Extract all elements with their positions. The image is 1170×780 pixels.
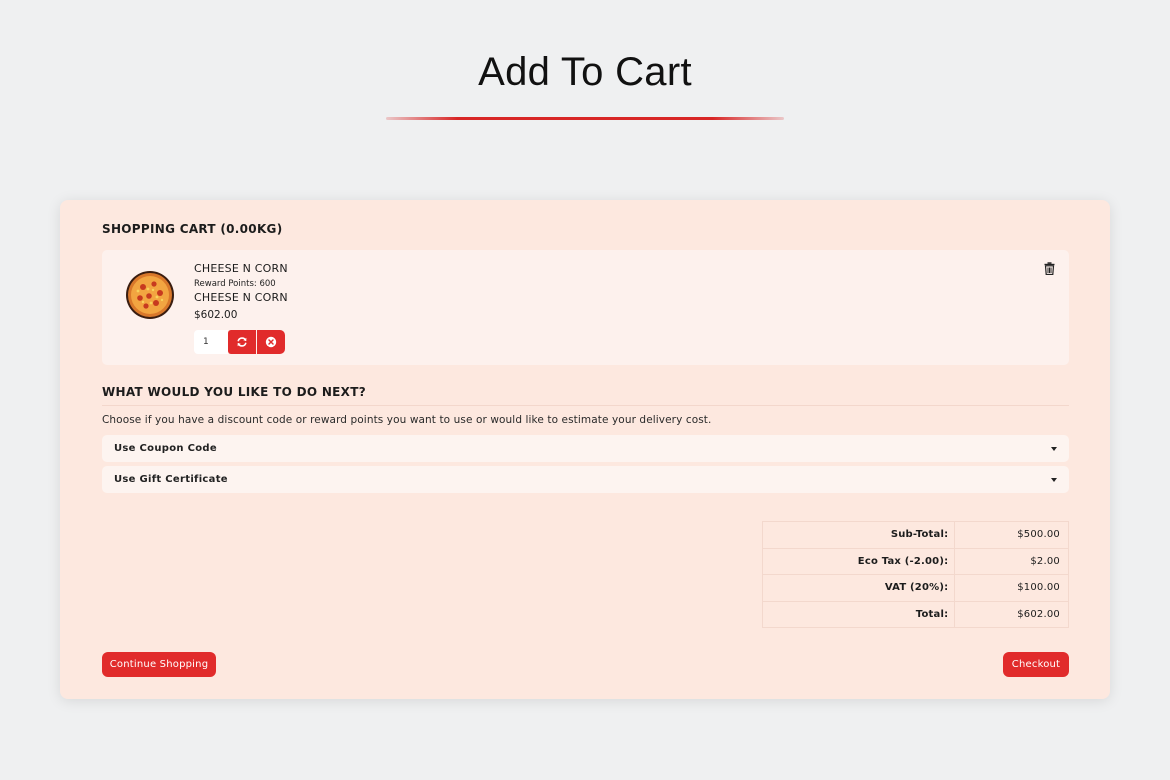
- item-price: $602.00: [194, 309, 238, 321]
- checkout-button[interactable]: Checkout: [1003, 652, 1069, 677]
- cart-panel: SHOPPING CART (0.00KG) CHEESE N CORN Rew…: [60, 200, 1110, 699]
- subtotal-label: Sub-Total:: [761, 521, 956, 549]
- update-button[interactable]: [228, 330, 256, 354]
- totals-row: Sub-Total: $500.00: [761, 521, 1069, 549]
- coupon-code-toggle[interactable]: Use Coupon Code: [102, 435, 1069, 462]
- page-title: Add To Cart: [478, 50, 692, 94]
- subtotal-value: $500.00: [954, 521, 1069, 549]
- title-underline: [386, 117, 784, 120]
- total-value: $602.00: [954, 600, 1069, 628]
- close-circle-icon: [265, 336, 277, 348]
- gift-certificate-label: Use Gift Certificate: [114, 474, 228, 485]
- cart-item: CHEESE N CORN Reward Points: 600 CHEESE …: [102, 250, 1069, 365]
- vat-value: $100.00: [954, 574, 1069, 602]
- totals-row: Eco Tax (-2.00): $2.00: [761, 547, 1069, 575]
- vat-label: VAT (20%):: [761, 574, 956, 602]
- refresh-icon: [237, 337, 247, 347]
- next-steps-heading: WHAT WOULD YOU LIKE TO DO NEXT?: [102, 385, 366, 399]
- product-image[interactable]: [116, 264, 184, 326]
- divider: [102, 405, 1069, 406]
- gift-certificate-toggle[interactable]: Use Gift Certificate: [102, 466, 1069, 493]
- remove-button[interactable]: [257, 330, 285, 354]
- quantity-input[interactable]: [194, 330, 228, 354]
- trash-icon[interactable]: [1043, 261, 1055, 275]
- caret-down-icon: [1051, 477, 1057, 482]
- caret-down-icon: [1051, 446, 1057, 451]
- item-name[interactable]: CHEESE N CORN: [194, 262, 288, 275]
- eco-tax-label: Eco Tax (-2.00):: [761, 547, 956, 575]
- cart-heading: SHOPPING CART (0.00KG): [102, 222, 283, 236]
- pizza-icon: [126, 271, 174, 319]
- continue-shopping-button[interactable]: Continue Shopping: [102, 652, 216, 677]
- item-model: CHEESE N CORN: [194, 291, 288, 304]
- quantity-group: [194, 330, 285, 354]
- item-reward-points: Reward Points: 600: [194, 279, 276, 289]
- totals-row: VAT (20%): $100.00: [761, 574, 1069, 602]
- total-label: Total:: [761, 600, 956, 628]
- eco-tax-value: $2.00: [954, 547, 1069, 575]
- coupon-code-label: Use Coupon Code: [114, 443, 217, 454]
- totals-table: Sub-Total: $500.00 Eco Tax (-2.00): $2.0…: [761, 521, 1069, 628]
- totals-row: Total: $602.00: [761, 600, 1069, 628]
- next-steps-description: Choose if you have a discount code or re…: [102, 414, 712, 426]
